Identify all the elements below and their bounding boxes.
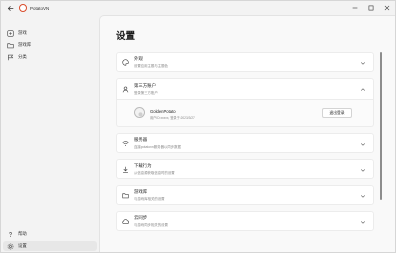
close-button[interactable] — [379, 1, 395, 15]
wifi-icon — [122, 140, 129, 147]
sidebar-item-label: 设置 — [18, 243, 27, 248]
avatar — [134, 107, 145, 118]
sidebar-item-settings[interactable]: 设置 — [3, 241, 97, 251]
sidebar-item-category[interactable]: 分类 — [3, 52, 97, 62]
section-title: 外观 — [134, 56, 143, 61]
sidebar-item-games[interactable]: 游戏 — [3, 28, 97, 38]
cloud-icon — [122, 218, 129, 225]
section-title: 游戏库 — [134, 189, 148, 194]
section-server[interactable]: 服务器 连接potatovn服务器以同步数据 — [116, 133, 374, 153]
section-desc: 设置应用主题与主题色 — [134, 64, 168, 68]
section-title: 下载行为 — [134, 163, 152, 168]
section-library[interactable]: 游戏库 与游戏库相关的设置 — [116, 185, 374, 205]
maximize-button[interactable] — [363, 1, 379, 15]
account-panel: GoldenPotato 用户ID:xxxxx, 登录于:2023/3/27 退… — [116, 100, 374, 127]
sidebar-item-label: 游戏 — [18, 30, 27, 35]
folder-icon — [7, 42, 14, 49]
main-panel: 设置 外观 设置应用主题与主题色 第三方账户 登录第三方账户 GoldenPot… — [99, 15, 395, 252]
sidebar-item-library[interactable]: 游戏库 — [3, 40, 97, 50]
gear-icon — [7, 243, 14, 250]
page-title: 设置 — [116, 31, 136, 42]
app-title: PotatoVN — [30, 5, 50, 11]
title-bar: PotatoVN — [1, 1, 395, 15]
download-icon — [122, 166, 129, 173]
folder-icon — [122, 192, 129, 199]
section-desc: 连接potatovn服务器以同步数据 — [134, 145, 181, 149]
back-button[interactable] — [4, 2, 16, 14]
sidebar-item-help[interactable]: 帮助 — [3, 229, 97, 239]
minimize-button[interactable] — [347, 1, 363, 15]
sidebar-item-label: 帮助 — [18, 231, 27, 236]
chevron-down-icon — [360, 219, 366, 225]
logout-button[interactable]: 退出登录 — [322, 108, 352, 118]
section-desc: 从信息源获取信息时的设置 — [134, 171, 175, 175]
person-icon — [122, 86, 129, 93]
minimize-icon — [352, 7, 358, 9]
account-name: GoldenPotato — [150, 109, 176, 114]
maximize-icon — [368, 5, 374, 11]
section-appearance[interactable]: 外观 设置应用主题与主题色 — [116, 52, 374, 72]
section-desc: 与游戏同步相关的设置 — [134, 223, 168, 227]
account-meta: 用户ID:xxxxx, 登录于:2023/3/27 — [150, 116, 195, 120]
app-window: PotatoVN 游戏 游戏库 分类 帮助 设置 设置 外观 设置应用主题与主题… — [0, 0, 396, 253]
section-download[interactable]: 下载行为 从信息源获取信息时的设置 — [116, 159, 374, 179]
vertical-scrollbar[interactable] — [380, 52, 382, 200]
section-desc: 与游戏库相关的设置 — [134, 197, 165, 201]
palette-icon — [122, 59, 129, 66]
arrow-left-icon — [7, 5, 13, 11]
sidebar: 游戏 游戏库 分类 帮助 设置 — [1, 15, 99, 252]
section-title: 第三方账户 — [134, 83, 156, 88]
chevron-down-icon — [360, 60, 366, 66]
gamepad-icon — [7, 29, 14, 37]
window-controls — [347, 1, 395, 15]
chevron-up-icon — [360, 87, 366, 93]
chevron-down-icon — [360, 167, 366, 173]
close-icon — [384, 5, 390, 11]
help-icon — [7, 231, 14, 238]
flag-icon — [7, 54, 14, 61]
section-cloud-sync[interactable]: 云同步 与游戏同步相关的设置 — [116, 211, 374, 231]
section-desc: 登录第三方账户 — [134, 91, 158, 95]
sidebar-item-label: 游戏库 — [18, 42, 32, 47]
sidebar-item-label: 分类 — [18, 54, 27, 59]
section-title: 云同步 — [134, 215, 148, 220]
chevron-down-icon — [360, 141, 366, 147]
section-title: 服务器 — [134, 137, 148, 142]
app-logo — [19, 4, 27, 12]
chevron-down-icon — [360, 193, 366, 199]
section-third-party-account[interactable]: 第三方账户 登录第三方账户 — [116, 78, 374, 100]
